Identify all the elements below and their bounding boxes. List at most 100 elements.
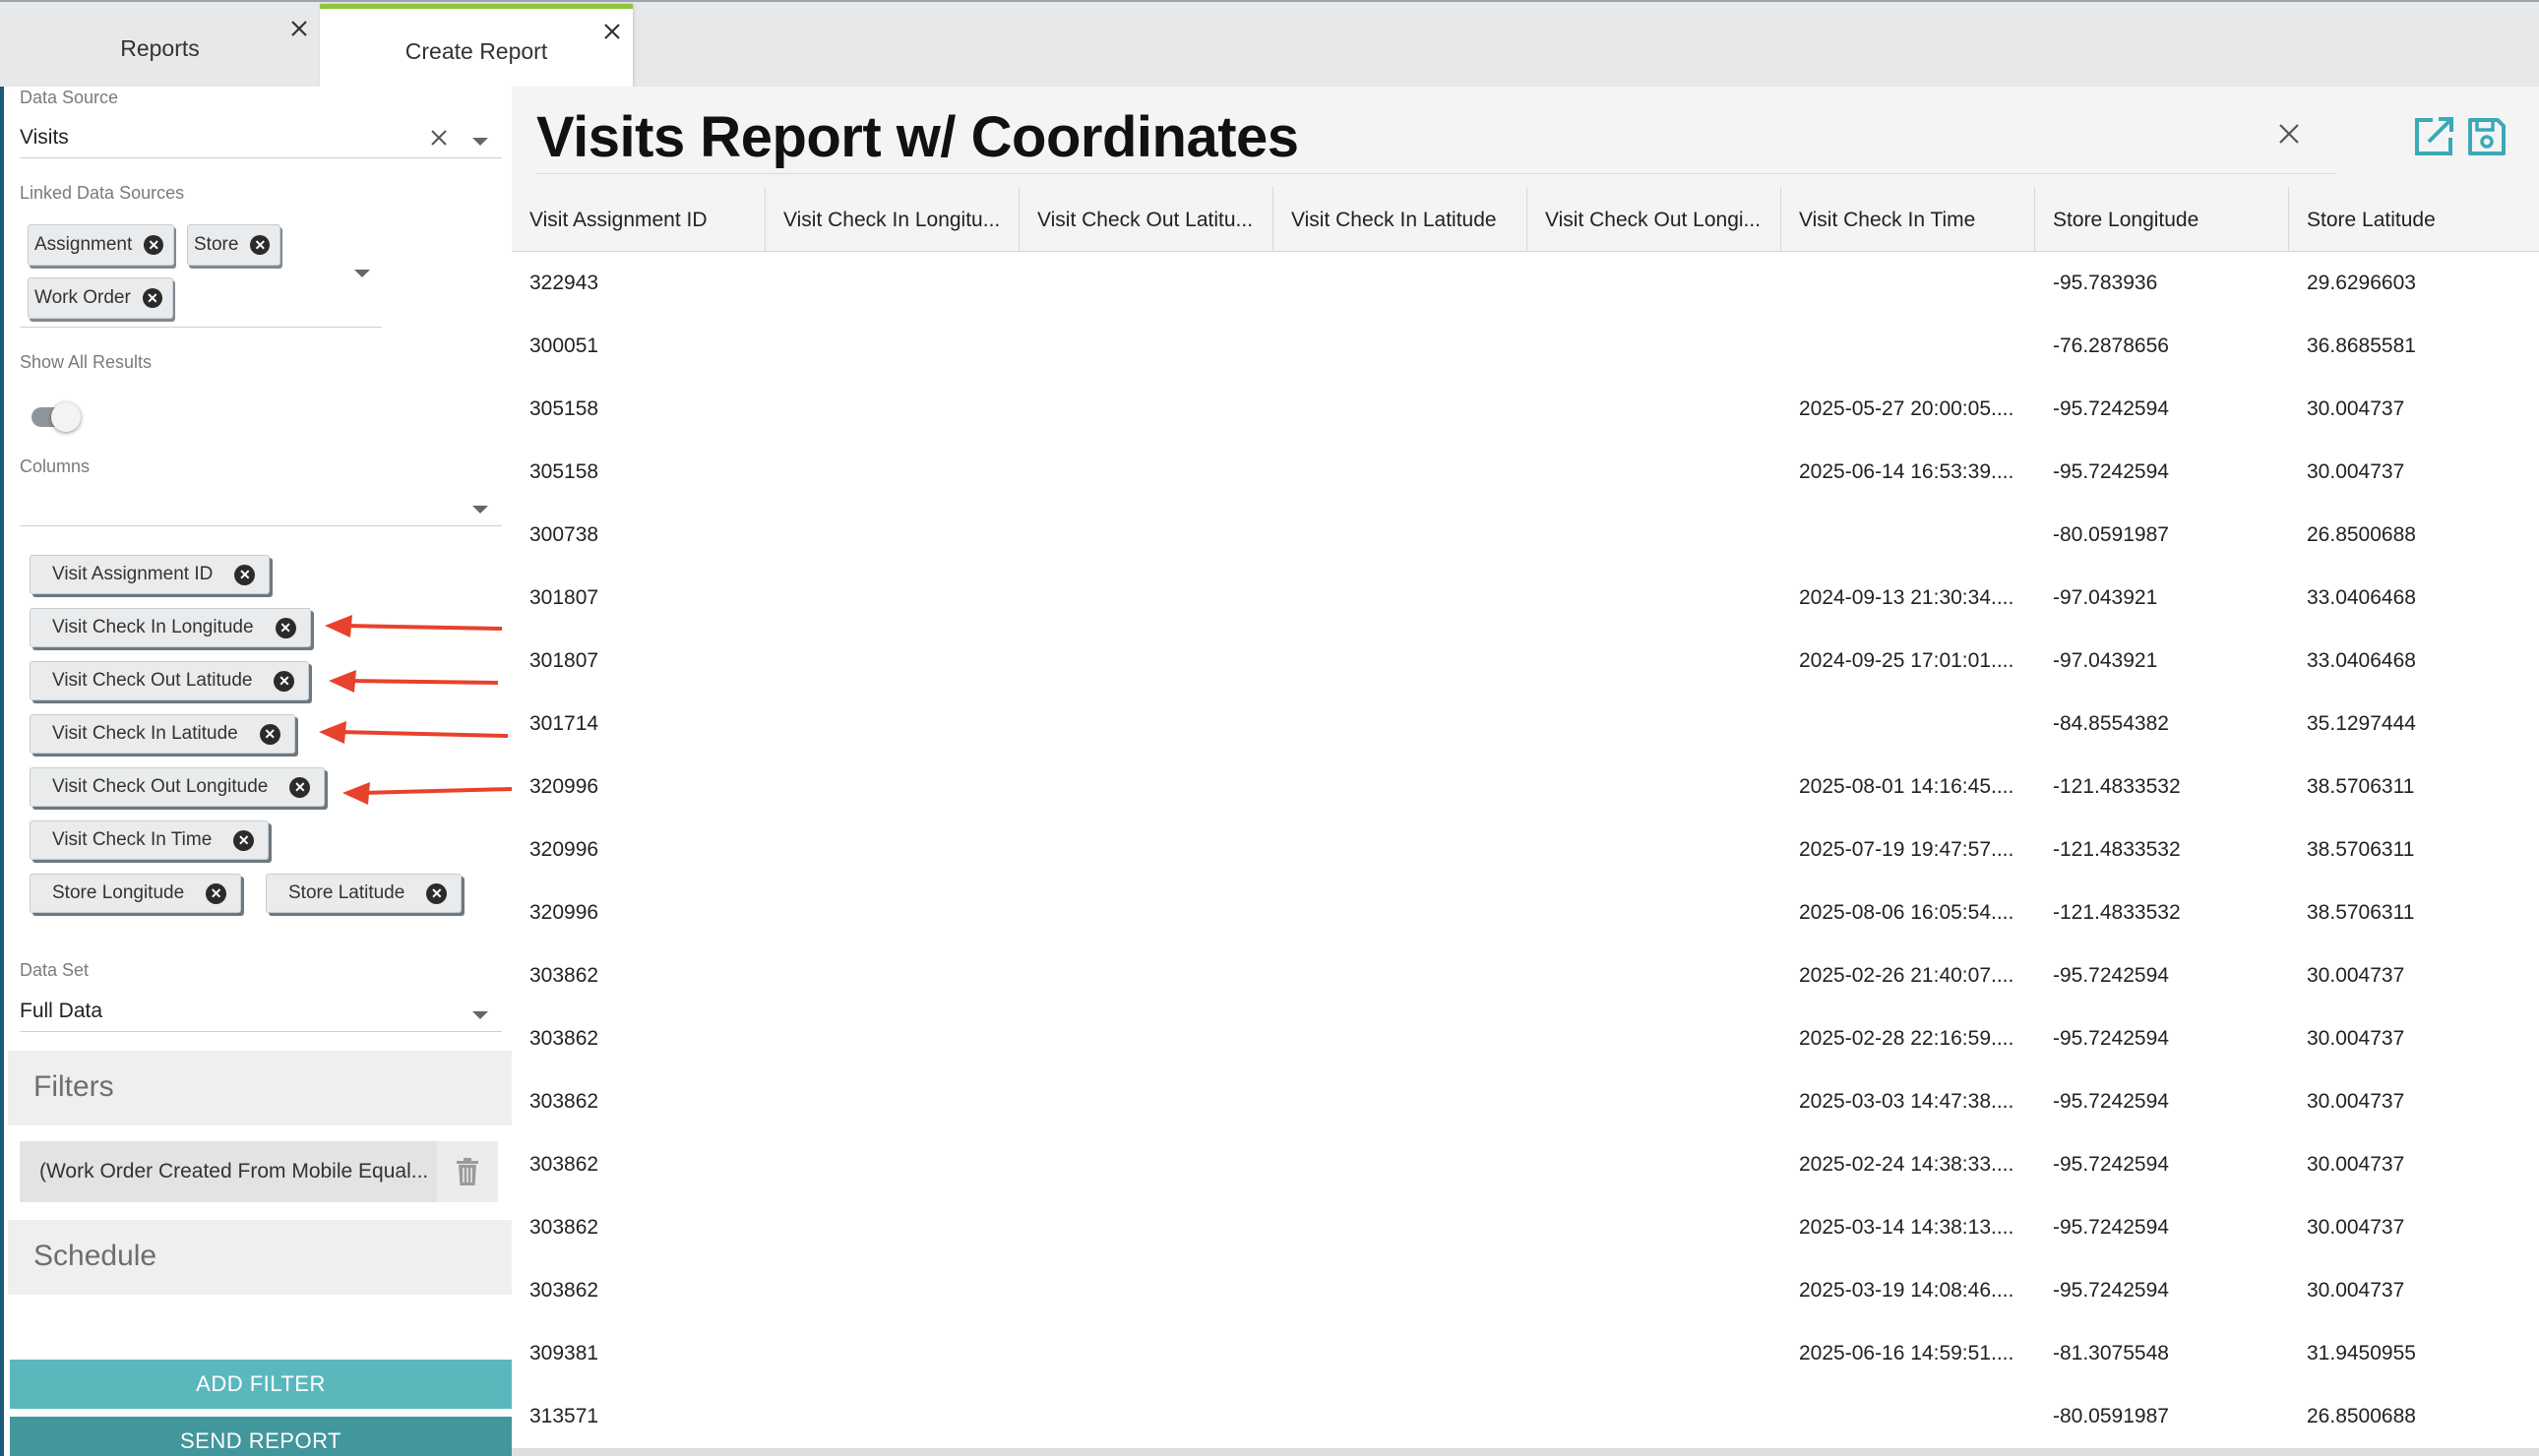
table-row[interactable]: 303862 2025-02-26 21:40:07.... -95.7242594… — [512, 944, 2539, 1007]
column-chip[interactable]: Visit Check In Latitude ✕ — [30, 714, 295, 754]
table-cell: 30.004737 — [2307, 1090, 2405, 1113]
remove-chip-icon[interactable]: ✕ — [275, 617, 296, 638]
table-cell: 2025-03-03 14:47:38.... — [1799, 1090, 2014, 1113]
table-cell — [1781, 252, 2035, 315]
table-cell: 33.0406468 — [2307, 649, 2416, 672]
remove-chip-icon[interactable]: ✕ — [289, 776, 311, 798]
table-row[interactable]: 303862 2025-03-19 14:08:46.... -95.7242594… — [512, 1259, 2539, 1322]
remove-chip-icon[interactable]: ✕ — [206, 882, 227, 904]
clear-icon[interactable] — [429, 128, 449, 152]
tab-reports[interactable]: Reports — [0, 6, 320, 89]
column-header[interactable]: Visit Check Out Latitu... — [1020, 187, 1273, 252]
column-header[interactable]: Visit Assignment ID — [512, 187, 766, 252]
table-cell — [766, 1385, 1020, 1448]
chip-label: Work Order — [34, 287, 131, 308]
table-row[interactable]: 301807 2024-09-13 21:30:34.... -97.043921 3… — [512, 567, 2539, 630]
table-row[interactable]: 303862 2025-03-03 14:47:38.... -95.7242594… — [512, 1070, 2539, 1133]
table-row[interactable]: 300051 -76.2878656 36.8685581 — [512, 315, 2539, 378]
remove-chip-icon[interactable]: ✕ — [234, 564, 256, 585]
table-row[interactable]: 301714 -84.8554382 35.1297444 — [512, 693, 2539, 756]
column-chip[interactable]: Visit Check In Time ✕ — [30, 820, 270, 860]
filters-section-header[interactable]: Filters — [8, 1051, 516, 1125]
remove-chip-icon[interactable]: ✕ — [144, 235, 164, 255]
table-row[interactable]: 303862 2025-03-14 14:38:13.... -95.7242594… — [512, 1196, 2539, 1259]
export-icon[interactable] — [2411, 114, 2456, 159]
data-set-select[interactable]: Full Data — [20, 1000, 102, 1023]
column-chip[interactable]: Visit Assignment ID ✕ — [30, 555, 271, 594]
table-cell — [1527, 567, 1781, 630]
linked-source-chip[interactable]: Store ✕ — [187, 224, 281, 266]
table-row[interactable]: 313571 -80.0591987 26.8500688 — [512, 1385, 2539, 1448]
data-source-select[interactable]: Visits — [20, 126, 69, 150]
table-row[interactable]: 300738 -80.0591987 26.8500688 — [512, 504, 2539, 567]
table-row[interactable]: 320996 2025-08-01 14:16:45.... -121.483353… — [512, 756, 2539, 819]
table-cell — [1527, 1070, 1781, 1133]
table-cell — [1273, 378, 1527, 441]
column-header[interactable]: Visit Check In Latitude — [1273, 187, 1527, 252]
table-cell: 2025-06-16 14:59:51.... — [1799, 1342, 2014, 1365]
table-cell — [1020, 630, 1273, 693]
remove-chip-icon[interactable]: ✕ — [233, 829, 255, 851]
column-chip[interactable]: Visit Check In Longitude ✕ — [30, 608, 311, 647]
tab-create-report[interactable]: Create Report — [320, 4, 633, 89]
table-cell — [1527, 630, 1781, 693]
report-title[interactable]: Visits Report w/ Coordinates — [536, 104, 1299, 170]
column-header[interactable]: Store Latitude — [2289, 187, 2539, 252]
filter-item[interactable]: (Work Order Created From Mobile Equal... — [20, 1141, 498, 1202]
schedule-section-header[interactable]: Schedule — [8, 1220, 516, 1295]
remove-chip-icon[interactable]: ✕ — [259, 723, 280, 745]
linked-data-sources-label: Linked Data Sources — [20, 183, 185, 203]
close-icon[interactable] — [2277, 122, 2307, 152]
tab-bar: Reports Create Report — [0, 0, 2539, 89]
add-filter-button[interactable]: ADD FILTER — [10, 1360, 512, 1409]
table-cell: 30.004737 — [2307, 397, 2405, 420]
column-header[interactable]: Store Longitude — [2035, 187, 2289, 252]
linked-source-chip[interactable]: Work Order ✕ — [28, 277, 173, 319]
table-cell: 2024-09-13 21:30:34.... — [1799, 586, 2014, 609]
show-all-results-toggle[interactable] — [30, 397, 83, 433]
trash-icon[interactable] — [437, 1141, 498, 1202]
table-row[interactable]: 301807 2024-09-25 17:01:01.... -97.043921 3… — [512, 630, 2539, 693]
table-row[interactable]: 305158 2025-06-14 16:53:39.... -95.7242594… — [512, 441, 2539, 504]
table-row[interactable]: 320996 2025-08-06 16:05:54.... -121.483353… — [512, 881, 2539, 944]
table-row[interactable]: 303862 2025-02-28 22:16:59.... -95.7242594… — [512, 1007, 2539, 1070]
chevron-down-icon[interactable] — [472, 138, 488, 146]
remove-chip-icon[interactable]: ✕ — [250, 235, 271, 255]
table-cell — [1527, 756, 1781, 819]
table-cell: -97.043921 — [2053, 649, 2158, 672]
horizontal-scrollbar[interactable] — [512, 1448, 2539, 1456]
table-cell — [1273, 1070, 1527, 1133]
chevron-down-icon[interactable] — [472, 1011, 488, 1019]
send-report-button[interactable]: SEND REPORT — [10, 1417, 512, 1456]
chevron-down-icon[interactable] — [472, 506, 488, 514]
chip-label: Visit Check Out Longitude — [52, 776, 269, 797]
column-chip[interactable]: Store Latitude ✕ — [266, 874, 463, 913]
linked-source-chip[interactable]: Assignment ✕ — [28, 224, 175, 266]
table-cell — [1273, 504, 1527, 567]
column-chip[interactable]: Visit Check Out Longitude ✕ — [30, 767, 326, 807]
table-row[interactable]: 305158 2025-05-27 20:00:05.... -95.7242594… — [512, 378, 2539, 441]
column-header[interactable]: Visit Check In Longitu... — [766, 187, 1020, 252]
chevron-down-icon[interactable] — [354, 270, 370, 277]
remove-chip-icon[interactable]: ✕ — [274, 670, 295, 692]
table-row[interactable]: 303862 2025-02-24 14:38:33.... -95.7242594… — [512, 1133, 2539, 1196]
table-cell: 38.5706311 — [2307, 775, 2415, 798]
table-row[interactable]: 322943 -95.783936 29.6296603 — [512, 252, 2539, 315]
table-row[interactable]: 309381 2025-06-16 14:59:51.... -81.3075548… — [512, 1322, 2539, 1385]
column-header[interactable]: Visit Check Out Longi... — [1527, 187, 1781, 252]
close-icon[interactable] — [597, 17, 627, 46]
column-header[interactable]: Visit Check In Time — [1781, 187, 2035, 252]
table-cell: -95.783936 — [2053, 272, 2158, 294]
close-icon[interactable] — [284, 14, 314, 43]
table-cell: 26.8500688 — [2307, 523, 2416, 546]
table-row[interactable]: 320996 2025-07-19 19:47:57.... -121.483353… — [512, 819, 2539, 881]
column-chip[interactable]: Visit Check Out Latitude ✕ — [30, 661, 310, 700]
column-chip[interactable]: Store Longitude ✕ — [30, 874, 242, 913]
save-icon[interactable] — [2466, 116, 2508, 157]
remove-chip-icon[interactable]: ✕ — [426, 882, 448, 904]
table-cell: 2025-06-14 16:53:39.... — [1799, 460, 2014, 483]
divider — [20, 327, 382, 328]
remove-chip-icon[interactable]: ✕ — [142, 288, 162, 308]
table-cell — [1527, 1007, 1781, 1070]
table-cell: 36.8685581 — [2307, 334, 2416, 357]
